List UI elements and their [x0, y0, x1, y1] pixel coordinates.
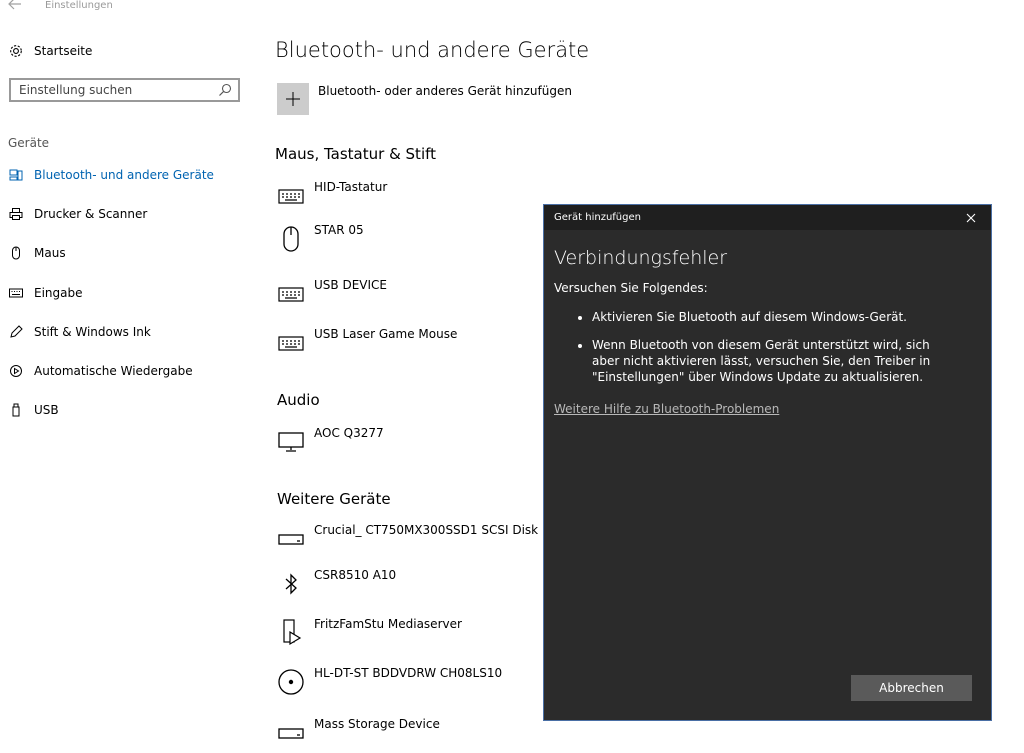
device-item[interactable]: USB DEVICE	[277, 278, 387, 314]
window-title: Einstellungen	[45, 0, 113, 11]
keyboard-icon	[8, 285, 24, 301]
autoplay-icon	[8, 363, 24, 379]
add-device-label[interactable]: Bluetooth- oder anderes Gerät hinzufügen	[318, 84, 572, 98]
sidebar-item-pen[interactable]: Stift & Windows Ink	[8, 320, 151, 344]
dialog-intro: Versuchen Sie Folgendes:	[554, 281, 708, 295]
plus-icon	[286, 92, 300, 106]
device-name: AOC Q3277	[314, 426, 384, 440]
section-heading-audio: Audio	[277, 391, 320, 409]
device-name: Crucial_ CT750MX300SSD1 SCSI Disk Devic	[314, 523, 576, 537]
sidebar-item-label: Eingabe	[34, 286, 83, 300]
sidebar-item-label: Maus	[34, 246, 66, 260]
mouse-icon	[277, 225, 305, 253]
sidebar-item-input[interactable]: Eingabe	[8, 281, 83, 305]
device-name: Mass Storage Device	[314, 717, 440, 731]
disc-icon	[277, 668, 305, 696]
bluetooth-help-link[interactable]: Weitere Hilfe zu Bluetooth-Problemen	[554, 402, 779, 416]
keyboard-icon	[277, 280, 305, 308]
sidebar-home[interactable]: Startseite	[8, 39, 92, 63]
cancel-button[interactable]: Abbrechen	[851, 675, 972, 701]
sidebar-item-autoplay[interactable]: Automatische Wiedergabe	[8, 359, 193, 383]
sidebar-item-label: Automatische Wiedergabe	[34, 364, 193, 378]
search-input[interactable]	[11, 83, 218, 97]
sidebar-home-label: Startseite	[34, 44, 93, 58]
search-box[interactable]	[9, 78, 240, 102]
printer-icon	[8, 206, 24, 222]
device-name: FritzFamStu Mediaserver	[314, 617, 462, 631]
device-item[interactable]: AOC Q3277	[277, 426, 384, 462]
sidebar-item-usb[interactable]: USB	[8, 398, 59, 422]
device-item[interactable]: USB Laser Game Mouse	[277, 327, 457, 363]
monitor-icon	[277, 428, 305, 456]
bluetooth-devices-icon	[8, 167, 24, 183]
sidebar-section-label: Geräte	[8, 136, 50, 150]
page-title: Bluetooth- und andere Geräte	[275, 38, 590, 62]
usb-icon	[8, 402, 24, 418]
sidebar-item-bluetooth[interactable]: Bluetooth- und andere Geräte	[8, 163, 214, 187]
sidebar-item-printers[interactable]: Drucker & Scanner	[8, 202, 147, 226]
device-name: CSR8510 A10	[314, 568, 397, 582]
dialog-heading: Verbindungsfehler	[554, 247, 728, 269]
device-item[interactable]: CSR8510 A10	[277, 568, 396, 604]
dialog-suggestion-list: Aktivieren Sie Bluetooth auf diesem Wind…	[556, 309, 956, 397]
mouse-icon	[8, 245, 24, 261]
keyboard-icon	[277, 329, 305, 357]
device-name: USB DEVICE	[314, 278, 387, 292]
device-item[interactable]: Crucial_ CT750MX300SSD1 SCSI Disk Devic	[277, 523, 576, 559]
back-button[interactable]	[8, 0, 24, 12]
device-item[interactable]: STAR 05	[277, 223, 364, 259]
dialog-suggestion: Wenn Bluetooth von diesem Gerät unterstü…	[592, 337, 956, 385]
device-item[interactable]: FritzFamStu Mediaserver	[277, 617, 462, 653]
back-arrow-icon	[8, 0, 21, 10]
dialog-title-bar: Gerät hinzufügen	[544, 205, 991, 230]
dialog-suggestion: Aktivieren Sie Bluetooth auf diesem Wind…	[592, 309, 956, 325]
search-icon	[219, 83, 232, 96]
sidebar-item-mouse[interactable]: Maus	[8, 241, 66, 265]
section-heading-input-devices: Maus, Tastatur & Stift	[275, 145, 437, 163]
sidebar-item-label: Stift & Windows Ink	[34, 325, 151, 339]
drive-icon	[277, 525, 305, 553]
drive-icon	[277, 719, 305, 747]
device-name: HID-Tastatur	[314, 180, 388, 194]
bluetooth-icon	[277, 570, 305, 598]
keyboard-icon	[277, 182, 305, 210]
add-device-button[interactable]	[277, 83, 309, 115]
section-heading-other-devices: Weitere Geräte	[277, 490, 391, 508]
device-item[interactable]: Mass Storage Device	[277, 717, 440, 753]
device-name: HL-DT-ST BDDVDRW CH08LS10	[314, 666, 503, 680]
dialog-close-button[interactable]	[961, 208, 981, 228]
media-server-icon	[277, 619, 305, 647]
dialog-title: Gerät hinzufügen	[554, 212, 641, 223]
device-name: USB Laser Game Mouse	[314, 327, 458, 341]
device-item[interactable]: HL-DT-ST BDDVDRW CH08LS10	[277, 666, 502, 702]
device-item[interactable]: HID-Tastatur	[277, 180, 387, 216]
title-bar: Einstellungen	[0, 0, 1024, 14]
device-name: STAR 05	[314, 223, 364, 237]
add-device-dialog: Gerät hinzufügen Verbindungsfehler Versu…	[543, 204, 992, 721]
gear-icon	[8, 43, 24, 59]
sidebar-item-label: Drucker & Scanner	[34, 207, 148, 221]
pen-icon	[8, 324, 24, 340]
close-icon	[966, 213, 976, 223]
sidebar-item-label: USB	[34, 403, 59, 417]
sidebar-item-label: Bluetooth- und andere Geräte	[34, 168, 214, 182]
